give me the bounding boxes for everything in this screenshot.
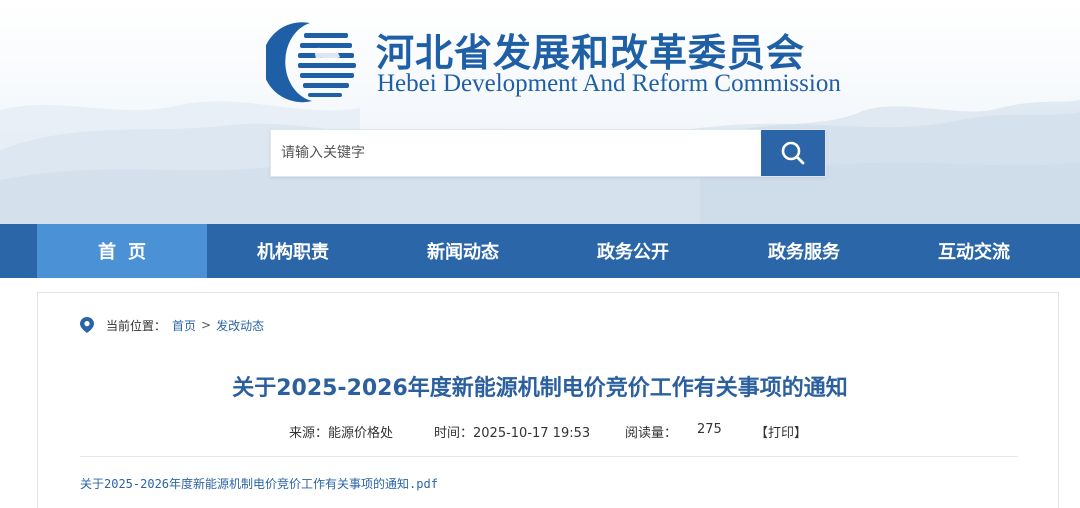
article-time: 时间：2025-10-17 19:53 <box>434 426 591 441</box>
site-header: 河北省发展和改革委员会 Hebei Development And Reform… <box>0 0 1080 224</box>
article-views-label: 阅读量： <box>625 426 678 441</box>
hebei-drc-emblem-icon <box>266 22 356 103</box>
nav-item-interaction[interactable]: 互动交流 <box>889 224 1059 278</box>
nav-item-institution-duties[interactable]: 机构职责 <box>208 224 378 278</box>
breadcrumb-home-link[interactable]: 首页 <box>172 317 196 334</box>
breadcrumb-section-link[interactable]: 发改动态 <box>216 317 264 334</box>
search-bar <box>270 129 826 177</box>
location-pin-icon <box>80 317 94 333</box>
breadcrumb-prefix: 当前位置： <box>106 318 167 333</box>
article-source: 来源：能源价格处 <box>289 426 394 441</box>
article-views-count: 275 <box>697 422 722 437</box>
search-icon <box>781 141 805 165</box>
divider <box>80 456 1018 457</box>
article-title: 关于2025-2026年度新能源机制电价竞价工作有关事项的通知 <box>232 376 848 401</box>
site-title-english: Hebei Development And Reform Commission <box>377 70 841 97</box>
search-button[interactable] <box>761 130 825 176</box>
attachment-pdf-link[interactable]: 关于2025-2026年度新能源机制电价竞价工作有关事项的通知.pdf <box>80 475 438 492</box>
breadcrumb-separator: > <box>201 318 212 332</box>
print-link[interactable]: 【打印】 <box>755 422 807 441</box>
nav-item-news[interactable]: 新闻动态 <box>378 224 548 278</box>
main-navigation: 首页 机构职责 新闻动态 政务公开 政务服务 互动交流 <box>0 224 1080 278</box>
nav-item-government-services[interactable]: 政务服务 <box>719 224 889 278</box>
search-input[interactable] <box>271 130 761 176</box>
breadcrumb: 当前位置： 首页 > 发改动态 <box>80 316 264 334</box>
nav-item-home[interactable]: 首页 <box>37 224 207 278</box>
nav-item-government-disclosure[interactable]: 政务公开 <box>548 224 718 278</box>
site-title-chinese: 河北省发展和改革委员会 <box>376 31 806 75</box>
